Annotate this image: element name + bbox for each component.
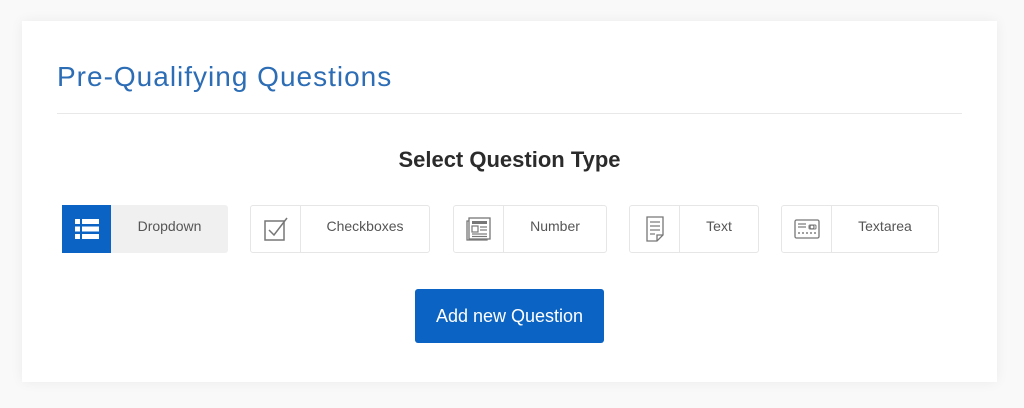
number-icon-box [454,206,504,252]
textarea-icon-box [782,206,832,252]
type-option-label: Text [706,218,732,234]
text-icon [645,216,664,242]
checkboxes-icon-box [251,206,301,252]
section-heading: Select Question Type [398,147,621,172]
type-option-label: Checkboxes [326,218,404,234]
textarea-icon [793,219,820,239]
type-option-dropdown[interactable]: Dropdown [62,205,228,253]
type-option-label: Dropdown [137,218,202,234]
list-icon [74,219,99,239]
add-question-button[interactable]: Add new Question [415,289,604,343]
page-title: Pre-Qualifying Questions [57,61,393,92]
dropdown-icon-box [62,205,111,253]
text-icon-box [630,206,680,252]
type-option-label: Number [530,218,580,234]
type-option-text[interactable]: Text [629,205,759,253]
title-divider [57,113,962,114]
type-option-number[interactable]: Number [453,205,607,253]
number-icon [465,217,491,241]
checkbox-icon [263,217,288,241]
type-option-checkboxes[interactable]: Checkboxes [250,205,430,253]
type-option-label: Textarea [858,218,912,234]
type-option-textarea[interactable]: Textarea [781,205,939,253]
questions-card: Pre-Qualifying Questions Select Question… [22,21,997,382]
